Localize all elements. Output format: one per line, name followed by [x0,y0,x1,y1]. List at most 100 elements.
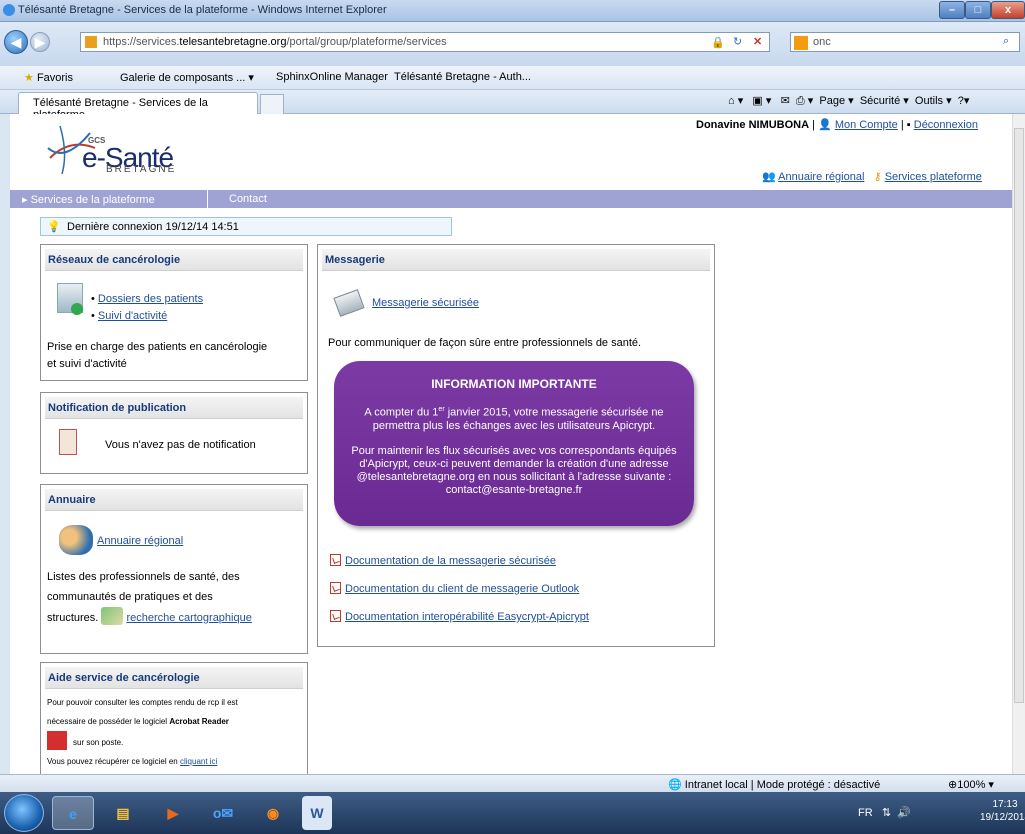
aide-text: Pour pouvoir consulter les comptes rendu… [47,698,238,766]
command-bar: ⌂ ▾ ▣ ▾ ✉ ⎙ ▾ Page ▾ Sécurité ▾ Outils ▾… [728,94,969,108]
reseaux-title: Réseaux de cancérologie [45,249,303,271]
people-icon: 👥 [762,171,776,183]
annuaire-panel: Annuaire Annuaire régional Listes des pr… [40,484,308,654]
info-paragraph-2: Pour maintenir les flux sécurisés avec v… [351,445,677,496]
taskbar-word-icon[interactable]: W [302,796,332,830]
feeds-icon[interactable]: ▣ ▾ [752,95,771,107]
taskbar-firefox-icon[interactable]: ◉ [252,796,294,830]
search-input[interactable]: onc [813,36,831,48]
header-links: 👥 Annuaire régional ⚷ Services plateform… [762,170,982,183]
taskbar-ie-icon[interactable]: e [52,796,94,830]
logout-icon: ▪ [906,119,911,131]
home-icon[interactable]: ⌂ ▾ [728,95,743,107]
star-icon: ★ [24,72,34,84]
refresh-icon[interactable]: ↻ [733,35,742,48]
security-menu[interactable]: Sécurité ▾ [860,95,909,107]
doc-link-outlook[interactable]: Documentation du client de messagerie Ou… [330,581,579,598]
status-bar: 🌐 Intranet local | Mode protégé : désact… [0,774,1025,792]
aide-title: Aide service de cancérologie [45,667,303,689]
notification-panel: Notification de publication Vous n'avez … [40,392,308,474]
messagerie-title: Messagerie [322,249,710,271]
annuaire-header-link[interactable]: Annuaire régional [778,171,864,183]
user-bar: Donavine NIMUBONA | 👤 Mon Compte | ▪ Déc… [696,119,978,131]
notification-title: Notification de publication [45,397,303,419]
clock[interactable]: 17:13 19/12/2014 [980,798,1025,824]
notification-text: Vous n'avez pas de notification [105,439,256,451]
key-icon: ⚷ [873,171,882,183]
logo-subtitle: BRETAGNE [106,164,177,175]
search-provider-icon [794,36,808,50]
network-icon[interactable]: ⇅ [882,807,891,819]
site-favicon-icon [85,36,97,48]
menu-arrow-icon: ▸ [22,194,28,206]
pdf-icon [330,610,341,622]
volume-icon[interactable]: 🔊 [897,807,911,819]
dossiers-patients-link[interactable]: Dossiers des patients [98,293,203,305]
help-icon[interactable]: ?▾ [958,95,970,107]
user-name: Donavine NIMUBONA [696,119,810,131]
taskbar-explorer-icon[interactable]: ▤ [102,796,144,830]
doc-link-messagerie[interactable]: Documentation de la messagerie sécurisée [330,553,556,570]
tools-menu[interactable]: Outils ▾ [915,95,952,107]
language-indicator[interactable]: FR [858,807,873,819]
pdf-icon [330,554,341,566]
page-menu[interactable]: Page ▾ [819,95,853,107]
security-zone[interactable]: 🌐 Intranet local | Mode protégé : désact… [668,778,880,791]
zoom-icon: ⊕ [948,779,958,791]
reseaux-links: • Dossiers des patients • Suivi d'activi… [91,293,204,322]
logout-link[interactable]: Déconnexion [914,119,978,131]
info-important-box: INFORMATION IMPORTANTE A compter du 1er … [334,361,694,526]
favorite-item-galerie[interactable]: Galerie de composants ... ▾ [120,71,254,84]
window-titlebar: Télésanté Bretagne - Services de la plat… [0,0,1025,22]
account-link[interactable]: Mon Compte [835,119,898,131]
globe-icon: 🌐 [668,779,682,791]
pdf-icon [330,582,341,594]
search-box[interactable]: onc ⌕ [790,32,1020,52]
back-button[interactable]: ◀ [4,30,28,54]
close-button[interactable]: x [991,1,1025,19]
minimize-button[interactable]: – [939,1,965,19]
messagerie-securisee-link[interactable]: Messagerie sécurisée [372,295,479,312]
favorites-button[interactable]: ★ Favoris [24,71,73,84]
stop-icon[interactable]: ✕ [753,35,762,48]
print-icon[interactable]: ⎙ ▾ [796,95,813,107]
recherche-cartographique-link[interactable]: recherche cartographique [126,612,251,624]
favorite-item-telesante[interactable]: Télésanté Bretagne - Auth... [394,71,531,83]
taskbar-outlook-icon[interactable]: o✉ [202,796,244,830]
people-icon [59,525,93,555]
favorite-item-sphinx[interactable]: SphinxOnline Manager [276,71,388,83]
bulb-icon: 💡 [47,221,61,233]
main-menu: ▸ Services de la plateforme Contact [10,190,1012,208]
maximize-button[interactable]: □ [965,1,991,19]
download-acrobat-link[interactable]: cliquant ici [180,757,217,766]
map-icon [101,607,124,625]
suivi-activite-link[interactable]: Suivi d'activité [98,310,167,322]
scrollbar-thumb[interactable] [1014,128,1024,703]
taskbar: e ▤ ▶ o✉ ◉ W FR ⇅ 🔊 17:13 19/12/2014 [0,792,1025,834]
services-header-link[interactable]: Services plateforme [885,171,982,183]
address-row: ◀ ▶ https://services.telesantebretagne.o… [0,22,1025,66]
lock-icon[interactable]: 🔒 [711,36,725,49]
clock-time: 17:13 [992,799,1018,810]
forward-button[interactable]: ▶ [30,32,50,52]
new-tab-button[interactable] [260,94,284,114]
messagerie-panel: Messagerie Messagerie sécurisée Pour com… [317,244,715,647]
add-icon [71,303,83,315]
aide-panel: Aide service de cancérologie Pour pouvoi… [40,662,308,774]
reseaux-panel: Réseaux de cancérologie • Dossiers des p… [40,244,308,381]
menu-contact[interactable]: Contact [229,193,267,205]
last-connection-banner: 💡 Dernière connexion 19/12/14 14:51 [40,217,452,236]
taskbar-media-icon[interactable]: ▶ [152,796,194,830]
search-icon[interactable]: ⌕ [1003,35,1009,48]
annuaire-regional-link[interactable]: Annuaire régional [97,533,183,550]
vertical-scrollbar[interactable] [1012,114,1025,774]
system-tray: FR ⇅ 🔊 [858,806,911,819]
start-button[interactable] [4,794,44,832]
zoom-control[interactable]: ⊕100% ▾ [948,778,994,791]
menu-services[interactable]: ▸ Services de la plateforme [10,190,161,208]
doc-link-easycrypt[interactable]: Documentation interopérabilité Easycrypt… [330,609,589,626]
mail-icon[interactable]: ✉ [781,95,790,107]
tab-telesante[interactable]: Télésanté Bretagne - Services de la plat… [18,92,258,121]
address-bar[interactable]: https://services.telesantebretagne.org/p… [80,32,770,52]
window-title: Télésanté Bretagne - Services de la plat… [18,4,387,16]
